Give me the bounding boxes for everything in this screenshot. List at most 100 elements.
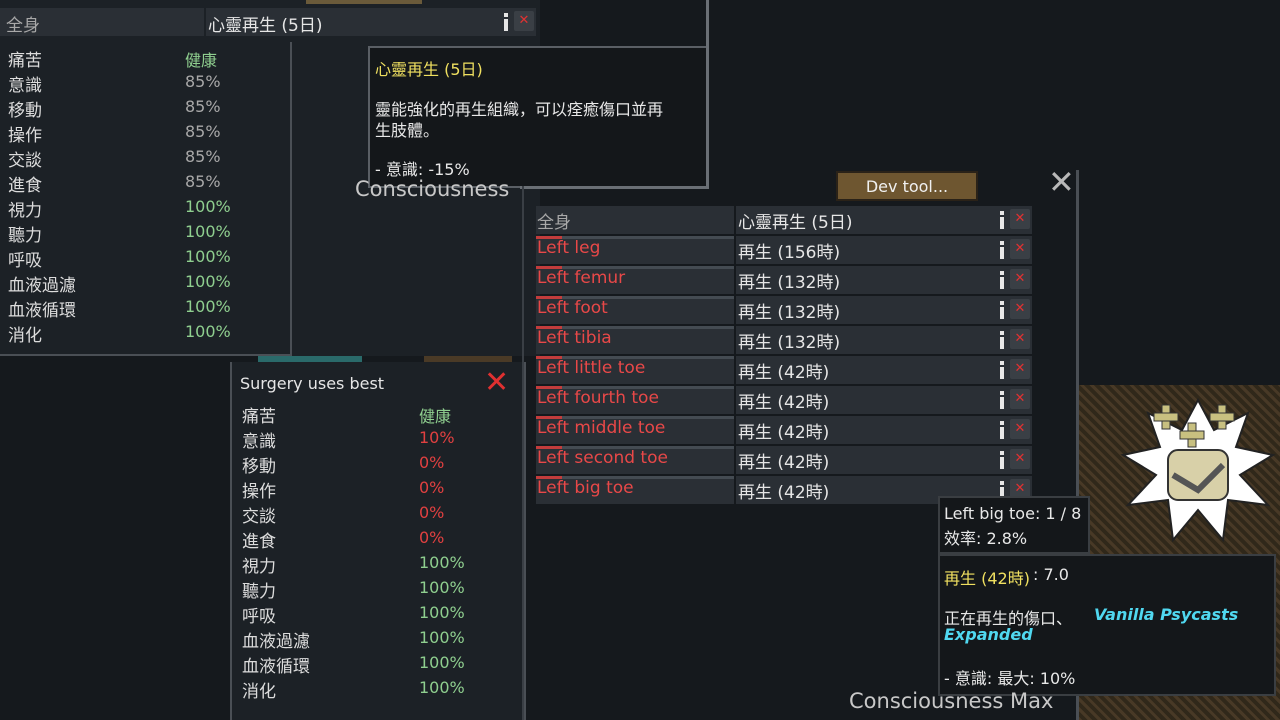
info-icon[interactable]	[1000, 241, 1004, 259]
stat-row: 視力 100%	[232, 552, 524, 580]
hediff-part-cell[interactable]: Left leg	[536, 236, 734, 264]
dev-tool-button[interactable]: Dev tool...	[836, 171, 978, 201]
hediff-condition-cell[interactable]: 再生 (42時) ✕	[736, 416, 1032, 444]
window-frame-vertical	[706, 0, 709, 188]
info-icon[interactable]	[1000, 451, 1004, 469]
info-icon[interactable]	[1000, 421, 1004, 439]
stat-row: 血液循環 100%	[232, 652, 524, 680]
remove-icon[interactable]: ✕	[1010, 359, 1030, 379]
stat-name: 操作	[8, 126, 42, 146]
consciousness-label: Consciousness	[355, 177, 510, 201]
hediff-part-label: Left femur	[537, 268, 626, 288]
hediff-condition-label: 心靈再生 (5日)	[738, 213, 853, 233]
stat-value: 100%	[185, 222, 231, 241]
hediff-part-cell[interactable]: Left tibia	[536, 326, 734, 354]
info-icon[interactable]	[1000, 271, 1004, 289]
close-window-icon[interactable]: ✕	[1048, 166, 1075, 198]
stat-name: 視力	[242, 557, 276, 577]
stat-row: 交談 0%	[232, 502, 524, 530]
stat-value: 健康	[419, 407, 452, 426]
close-icon[interactable]: ✕	[514, 11, 534, 31]
top-dropdown-tab[interactable]	[306, 0, 422, 4]
surgery-panel: Surgery uses best ✕ 痛苦 健康 意識 10% 移動 0% 操作 0% 交談 0…	[230, 362, 526, 720]
hediff-part-cell[interactable]: 全身	[536, 206, 734, 234]
stat-name: 血液過濾	[8, 276, 76, 296]
stat-value: 100%	[419, 628, 465, 647]
stat-name: 呼吸	[8, 251, 42, 271]
hediff-condition-cell[interactable]: 心靈再生 (5日) ✕	[736, 206, 1032, 234]
hediff-part-label: Left middle toe	[537, 418, 666, 438]
hediff-part-label: Left foot	[537, 298, 608, 318]
hediff-condition-cell[interactable]: 再生 (42時) ✕	[736, 386, 1032, 414]
stat-name: 聽力	[242, 582, 276, 602]
regen-tooltip: 心靈再生 (5日) 靈能強化的再生組織，可以痊癒傷口並再 生肢體。 - 意識: …	[368, 46, 708, 188]
hediff-part-cell[interactable]: Left middle toe	[536, 416, 734, 444]
info-icon[interactable]	[1000, 301, 1004, 319]
hediff-part-label: Left little toe	[537, 358, 646, 378]
consciousness-max-label: Consciousness Max	[849, 689, 1054, 713]
top-condition-cell[interactable]: 心靈再生 (5日) ✕	[206, 8, 536, 36]
surgery-stats-list: 痛苦 健康 意識 10% 移動 0% 操作 0% 交談 0% 進食 0% 視力 100% 聽力 100% 呼吸 1…	[232, 402, 524, 712]
hediff-condition-label: 再生 (42時)	[738, 483, 830, 503]
remove-icon[interactable]: ✕	[1010, 449, 1030, 469]
remove-icon[interactable]: ✕	[1010, 389, 1030, 409]
stat-row: 進食 0%	[232, 527, 524, 555]
remove-icon[interactable]: ✕	[1010, 209, 1030, 229]
info-icon[interactable]	[1000, 361, 1004, 379]
stat-value: 85%	[185, 97, 221, 116]
regen-tooltip-title: 心靈再生 (5日)	[375, 60, 483, 79]
hediff-condition-cell[interactable]: 再生 (42時) ✕	[736, 356, 1032, 384]
stat-value: 85%	[185, 122, 221, 141]
stat-row: 移動 85%	[0, 96, 290, 124]
stat-name: 痛苦	[242, 407, 276, 427]
hediff-condition-cell[interactable]: 再生 (132時) ✕	[736, 296, 1032, 324]
stat-value: 100%	[419, 653, 465, 672]
stat-name: 交談	[242, 507, 276, 527]
stat-name: 血液循環	[242, 657, 310, 677]
stat-row: 聽力 100%	[232, 577, 524, 605]
psycast-ability-icon[interactable]	[1118, 395, 1278, 545]
info-icon[interactable]	[1000, 391, 1004, 409]
stat-value: 85%	[185, 72, 221, 91]
info-icon[interactable]	[1000, 331, 1004, 349]
hediff-part-cell[interactable]: Left second toe	[536, 446, 734, 474]
hediff-part-cell[interactable]: Left big toe	[536, 476, 734, 504]
stat-row: 呼吸 100%	[0, 246, 290, 274]
hediff-condition-label: 再生 (42時)	[738, 393, 830, 413]
hediff-part-cell[interactable]: Left little toe	[536, 356, 734, 384]
hediff-part-cell[interactable]: Left femur	[536, 266, 734, 294]
close-icon[interactable]: ✕	[484, 368, 509, 398]
window-frame-horizontal	[520, 186, 709, 189]
stat-name: 操作	[242, 482, 276, 502]
stat-value: 0%	[419, 528, 445, 547]
stat-name: 痛苦	[8, 51, 42, 71]
hediff-condition-cell[interactable]: 再生 (156時) ✕	[736, 236, 1032, 264]
stat-name: 移動	[242, 457, 276, 477]
stat-value: 健康	[185, 51, 218, 70]
stat-row: 痛苦 健康	[232, 402, 524, 430]
hediff-condition-cell[interactable]: 再生 (132時) ✕	[736, 326, 1032, 354]
stat-row: 痛苦 健康	[0, 46, 290, 74]
stat-row: 血液循環 100%	[0, 296, 290, 324]
stat-row: 血液過濾 100%	[232, 627, 524, 655]
stat-name: 血液循環	[8, 301, 76, 321]
info-icon[interactable]	[1000, 211, 1004, 229]
hediff-condition-cell[interactable]: 再生 (132時) ✕	[736, 266, 1032, 294]
hediff-condition-label: 再生 (156時)	[738, 243, 841, 263]
stat-value: 0%	[419, 453, 445, 472]
remove-icon[interactable]: ✕	[1010, 329, 1030, 349]
hediff-condition-cell[interactable]: 再生 (42時) ✕	[736, 446, 1032, 474]
remove-icon[interactable]: ✕	[1010, 239, 1030, 259]
hediff-part-cell[interactable]: Left fourth toe	[536, 386, 734, 414]
surgery-panel-title: Surgery uses best	[240, 374, 385, 393]
health-hediff-list: 全身 心靈再生 (5日) ✕ Left leg 再生 (156時) ✕ Left femur…	[536, 206, 1066, 506]
remove-icon[interactable]: ✕	[1010, 269, 1030, 289]
hediff-part-cell[interactable]: Left foot	[536, 296, 734, 324]
stat-value: 100%	[419, 553, 465, 572]
remove-icon[interactable]: ✕	[1010, 419, 1030, 439]
remove-icon[interactable]: ✕	[1010, 299, 1030, 319]
hediff-tooltip-title: 再生 (42時)	[944, 569, 1030, 588]
hediff-condition-label: 再生 (132時)	[738, 333, 841, 353]
stat-name: 視力	[8, 201, 42, 221]
info-icon[interactable]	[504, 13, 508, 31]
